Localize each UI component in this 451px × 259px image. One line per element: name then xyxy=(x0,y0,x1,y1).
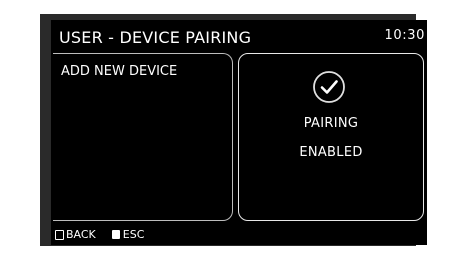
display-screen: USER - DEVICE PAIRING 10:30 ADD NEW DEVI… xyxy=(51,20,427,245)
check-circle-icon xyxy=(313,71,345,103)
clock-time: 10:30 xyxy=(384,28,425,43)
back-key-icon xyxy=(55,229,64,240)
esc-softkey[interactable]: ESC xyxy=(111,228,145,241)
back-softkey[interactable]: BACK xyxy=(55,228,96,241)
back-label: BACK xyxy=(66,228,96,241)
pairing-status-line1: PAIRING xyxy=(303,116,359,131)
pairing-status-line2: ENABLED xyxy=(299,145,363,160)
softkey-bar: BACK ESC xyxy=(55,228,144,241)
add-new-device-option[interactable]: ADD NEW DEVICE xyxy=(53,53,233,221)
esc-key-icon xyxy=(111,230,120,239)
page-title: USER - DEVICE PAIRING xyxy=(59,28,252,47)
pairing-status-panel[interactable]: PAIRING ENABLED xyxy=(238,53,424,221)
add-new-device-label: ADD NEW DEVICE xyxy=(61,64,178,79)
esc-label: ESC xyxy=(122,228,145,241)
